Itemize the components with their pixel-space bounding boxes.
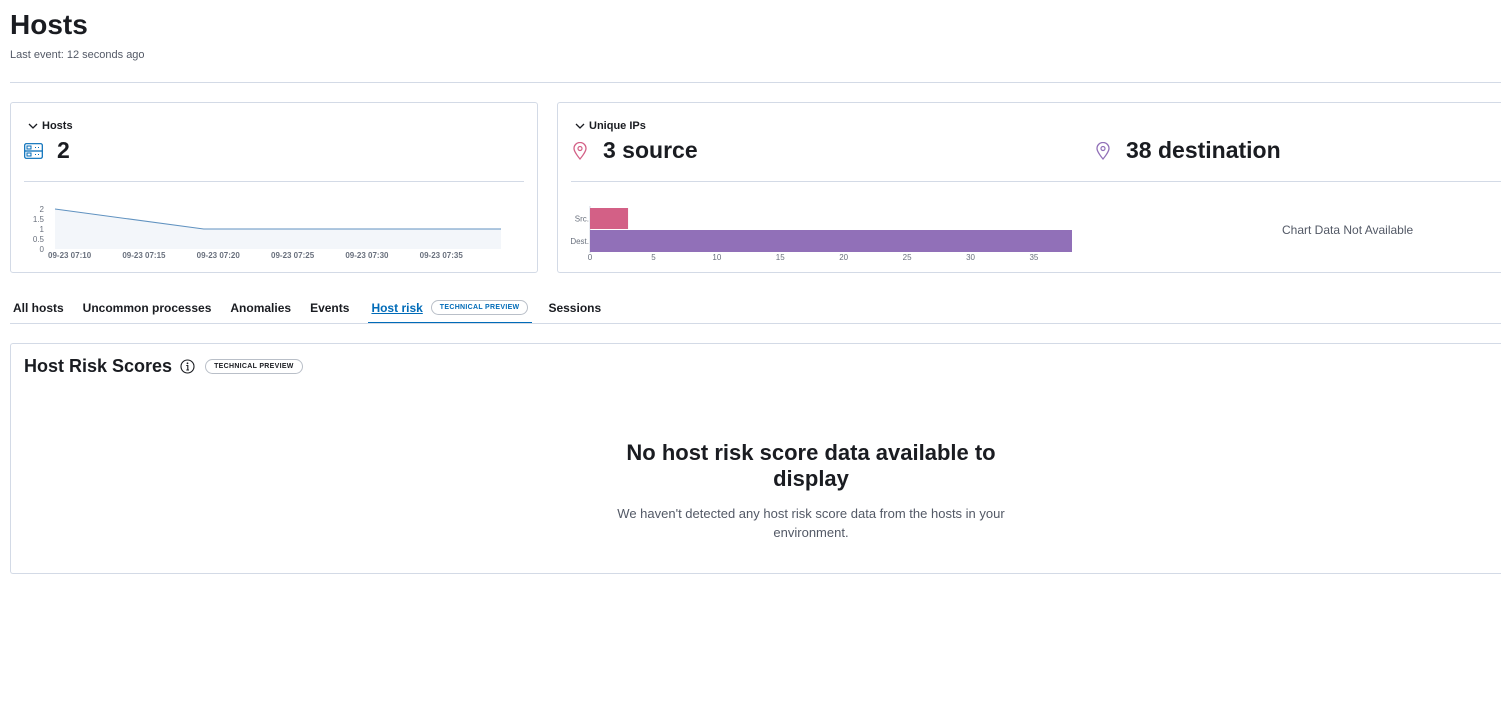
x-tick-label: 20 — [839, 253, 848, 262]
bar-src — [590, 208, 629, 229]
technical-preview-badge: TECHNICAL PREVIEW — [430, 300, 529, 315]
x-tick-label: 10 — [712, 253, 721, 262]
category-label: Dest. — [570, 237, 589, 246]
info-icon[interactable] — [180, 359, 195, 374]
hosts-kpi-panel: Hosts 2 2 1.5 1 0.5 0 09-23 07:10 09-23 07:15 0… — [10, 102, 538, 273]
chevron-down-icon — [575, 123, 585, 129]
hosts-kpi-divider — [24, 181, 524, 182]
y-tick-label: 1 — [40, 225, 45, 234]
hosts-kpi-toggle[interactable]: Hosts — [28, 120, 73, 132]
x-tick-label: 15 — [776, 253, 785, 262]
empty-state-title: No host risk score data available to dis… — [626, 440, 996, 491]
y-tick-label: 2 — [40, 205, 45, 214]
x-tick-label: 09-23 07:30 — [345, 251, 389, 259]
technical-preview-badge: TECHNICAL PREVIEW — [205, 359, 303, 374]
tab-host-risk[interactable]: Host risk TECHNICAL PREVIEW — [368, 295, 533, 324]
x-tick-label: 25 — [903, 253, 912, 262]
tab-events[interactable]: Events — [310, 295, 349, 324]
map-marker-icon — [1096, 141, 1110, 160]
tabs-divider — [10, 323, 1501, 324]
tab-host-risk-label: Host risk — [371, 301, 423, 315]
category-label: Src. — [575, 215, 589, 224]
hosts-kpi-value: 2 — [57, 137, 70, 163]
unique-ips-kpi-panel: Unique IPs 3 source 38 destination Src. D… — [557, 102, 1501, 273]
unique-ips-kpi-toggle[interactable]: Unique IPs — [575, 120, 646, 132]
unique-ips-kpi-title: Unique IPs — [589, 120, 646, 132]
bar-dest — [590, 230, 1072, 252]
y-tick-label: 1.5 — [33, 215, 45, 224]
x-tick-label: 09-23 07:35 — [420, 251, 464, 259]
unique-ips-bar-chart: Src. Dest. 0 5 10 15 20 25 30 35 — [570, 206, 1072, 262]
unique-ips-source-value: 3 source — [603, 137, 698, 163]
x-tick-label: 09-23 07:15 — [122, 251, 166, 259]
y-tick-label: 0 — [40, 245, 45, 254]
host-risk-scores-panel: Host Risk Scores TECHNICAL PREVIEW No ho… — [10, 343, 1501, 574]
tab-anomalies[interactable]: Anomalies — [230, 295, 291, 324]
hosts-tabs: All hosts Uncommon processes Anomalies E… — [10, 295, 620, 324]
host-risk-scores-title: Host Risk Scores — [24, 356, 173, 376]
hosts-kpi-title: Hosts — [42, 120, 73, 132]
x-tick-label: 30 — [966, 253, 975, 262]
tab-sessions[interactable]: Sessions — [548, 295, 601, 324]
tab-all-hosts[interactable]: All hosts — [13, 295, 64, 324]
x-tick-label: 0 — [588, 253, 593, 262]
chevron-down-icon — [28, 123, 38, 129]
x-tick-label: 09-23 07:25 — [271, 251, 315, 259]
last-event-text: Last event: 12 seconds ago — [10, 49, 145, 61]
server-icon — [24, 142, 43, 159]
unique-ips-destination-value: 38 destination — [1126, 137, 1281, 163]
y-tick-label: 0.5 — [33, 235, 45, 244]
chart-not-available-text: Chart Data Not Available — [1282, 223, 1414, 237]
x-tick-label: 09-23 07:20 — [197, 251, 241, 259]
map-marker-icon — [573, 141, 587, 160]
empty-state-body: We haven't detected any host risk score … — [617, 506, 1005, 540]
x-tick-label: 35 — [1029, 253, 1038, 262]
page-title: Hosts — [10, 9, 88, 40]
hosts-area-chart: 21.510.5009-23 07:10 09-23 07:15 09-23 07:… — [33, 205, 501, 259]
header-divider — [10, 82, 1501, 83]
x-tick-label: 09-23 07:10 — [48, 251, 92, 259]
x-tick-label: 5 — [651, 253, 656, 262]
unique-ips-kpi-divider — [571, 181, 1501, 182]
tab-uncommon-processes[interactable]: Uncommon processes — [83, 295, 212, 324]
